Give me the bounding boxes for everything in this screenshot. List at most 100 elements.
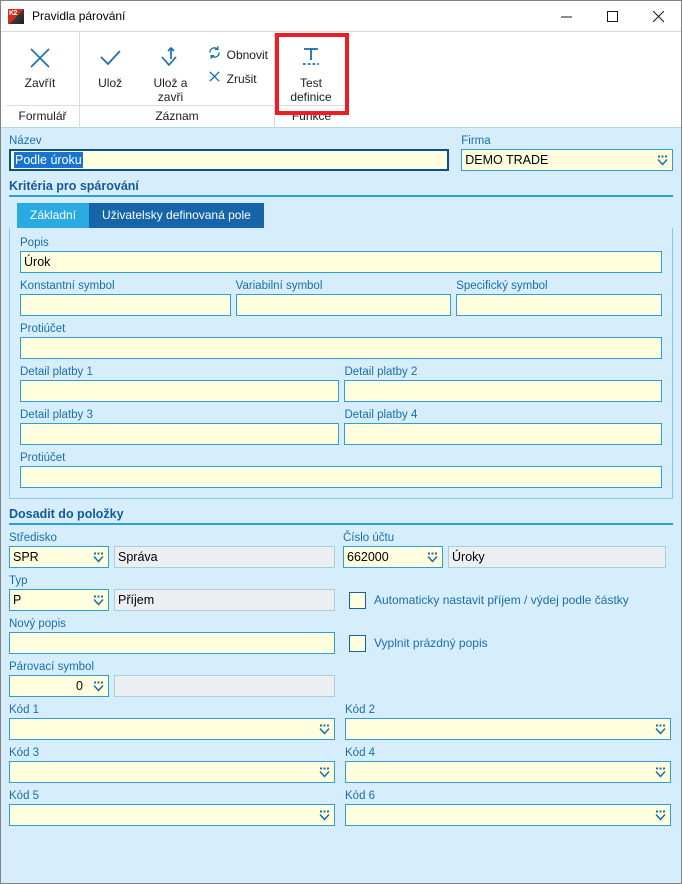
chevron-down-icon[interactable] xyxy=(91,593,106,608)
protiucet-1-input[interactable] xyxy=(20,337,662,359)
chevron-down-icon[interactable] xyxy=(653,808,668,823)
auto-prijem-vydej-checkbox[interactable] xyxy=(349,591,366,609)
stredisko-value: SPR xyxy=(13,550,39,564)
specificky-symbol-input[interactable] xyxy=(456,294,662,316)
chevron-down-icon[interactable] xyxy=(317,808,332,823)
chevron-down-icon[interactable] xyxy=(425,550,440,565)
variabilni-symbol-input[interactable] xyxy=(235,294,452,316)
tab-zakladni[interactable]: Základní xyxy=(17,203,90,228)
stredisko-description: Správa xyxy=(114,546,335,568)
kod-1-label: Kód 1 xyxy=(9,704,40,716)
typ-input[interactable]: P xyxy=(9,589,109,611)
kod-4-input[interactable] xyxy=(345,761,671,783)
cislo-uctu-description-value: Úroky xyxy=(452,550,485,564)
tab-panel-zakladni: Popis Úrok Konstantní symbol Variabilní … xyxy=(9,228,673,499)
auto-prijem-vydej-row[interactable]: Automaticky nastavit příjem / výdej podl… xyxy=(349,589,629,611)
save-button[interactable]: Ulož xyxy=(80,37,140,90)
detail-platby-2-input[interactable] xyxy=(344,380,662,402)
protiucet-2-label: Protiúčet xyxy=(20,452,66,464)
cislo-uctu-description: Úroky xyxy=(448,546,666,568)
test-definition-button[interactable]: Test definice xyxy=(275,37,347,104)
popis-input[interactable]: Úrok xyxy=(20,251,662,273)
firma-value: DEMO TRADE xyxy=(465,153,549,167)
novy-popis-input[interactable] xyxy=(9,632,335,654)
tab-uzivatelsky-definovana-pole[interactable]: Uživatelsky definovaná pole xyxy=(89,203,264,228)
kod-6-input[interactable] xyxy=(345,804,671,826)
test-definition-label-line1: Test xyxy=(299,76,322,90)
cancel-button[interactable]: Zrušit xyxy=(205,67,274,91)
refresh-button[interactable]: Obnovit xyxy=(205,43,274,67)
chevron-down-icon[interactable] xyxy=(317,765,332,780)
chevron-down-icon[interactable] xyxy=(653,722,668,737)
auto-prijem-vydej-label: Automaticky nastavit příjem / výdej podl… xyxy=(374,593,629,607)
nazev-label: Název xyxy=(9,135,42,147)
k2-logo-icon: K2 xyxy=(8,8,24,24)
stredisko-description-value: Správa xyxy=(118,550,158,564)
popis-label: Popis xyxy=(20,237,49,249)
parovaci-symbol-input[interactable]: 0 xyxy=(9,675,109,697)
test-definition-icon xyxy=(296,43,326,73)
kriteria-section-title: Kritéria pro spárování xyxy=(9,179,139,193)
form-body: Název Podle úroku Firma DEMO TRADE Krité… xyxy=(1,128,681,883)
cislo-uctu-input[interactable]: 662000 xyxy=(343,546,443,568)
protiucet-2-input[interactable] xyxy=(20,466,662,488)
dosadit-section-rule xyxy=(9,523,673,525)
maximize-button[interactable] xyxy=(589,1,635,31)
save-and-close-button[interactable]: Ulož a zavři xyxy=(140,37,200,104)
stredisko-label: Středisko xyxy=(9,532,57,544)
firma-input[interactable]: DEMO TRADE xyxy=(461,149,673,171)
chevron-down-icon[interactable] xyxy=(653,765,668,780)
stredisko-input[interactable]: SPR xyxy=(9,546,109,568)
specificky-symbol-label: Specifický symbol xyxy=(456,280,548,292)
minimize-button[interactable] xyxy=(543,1,589,31)
application-window: K2 Pravidla párování Zavřít Formulář Ulo… xyxy=(0,0,682,884)
detail-platby-3-label: Detail platby 3 xyxy=(20,409,93,421)
kod-1-input[interactable] xyxy=(9,718,335,740)
detail-platby-2-label: Detail platby 2 xyxy=(344,366,418,378)
typ-label: Typ xyxy=(9,575,28,587)
kod-3-input[interactable] xyxy=(9,761,335,783)
chevron-down-icon[interactable] xyxy=(91,679,106,694)
typ-value: P xyxy=(13,593,22,607)
typ-description: Příjem xyxy=(114,589,335,611)
ribbon-group-functions: Test definice Funkce xyxy=(274,32,349,128)
close-form-button[interactable]: Zavřít xyxy=(6,37,74,90)
parovaci-symbol-description xyxy=(114,675,335,697)
tab-bar: Základní Uživatelsky definovaná pole xyxy=(9,203,673,228)
novy-popis-label: Nový popis xyxy=(9,618,66,630)
refresh-icon xyxy=(207,45,222,65)
cancel-label: Zrušit xyxy=(226,72,257,86)
vyplnit-prazdny-popis-checkbox[interactable] xyxy=(349,634,366,652)
kod-3-label: Kód 3 xyxy=(9,747,40,759)
kriteria-section-rule xyxy=(9,195,673,197)
variabilni-symbol-label: Variabilní symbol xyxy=(235,280,323,292)
kod-4-label: Kód 4 xyxy=(345,747,376,759)
popis-value: Úrok xyxy=(24,255,51,269)
chevron-down-icon[interactable] xyxy=(317,722,332,737)
close-button[interactable] xyxy=(635,1,681,31)
save-label: Ulož xyxy=(98,76,123,90)
ribbon-group-functions-label: Funkce xyxy=(275,105,348,128)
kod-5-input[interactable] xyxy=(9,804,335,826)
ribbon-group-form-label: Formulář xyxy=(6,105,79,128)
vyplnit-prazdny-popis-row[interactable]: Vyplnit prázdný popis xyxy=(349,632,488,654)
chevron-down-icon[interactable] xyxy=(91,550,106,565)
chevron-down-icon[interactable] xyxy=(655,153,670,168)
detail-platby-1-input[interactable] xyxy=(20,380,340,402)
nazev-input[interactable]: Podle úroku xyxy=(9,149,450,171)
kod-2-label: Kód 2 xyxy=(345,704,376,716)
close-form-label: Zavřít xyxy=(24,76,56,90)
refresh-label: Obnovit xyxy=(226,48,268,62)
konstantni-symbol-input[interactable] xyxy=(20,294,231,316)
cislo-uctu-label: Číslo účtu xyxy=(343,532,395,544)
detail-platby-3-input[interactable] xyxy=(20,423,340,445)
kod-6-label: Kód 6 xyxy=(345,790,376,802)
kod-2-input[interactable] xyxy=(345,718,671,740)
close-x-icon xyxy=(27,43,53,73)
save-and-close-label-line1: Ulož a xyxy=(153,76,188,90)
kod-5-label: Kód 5 xyxy=(9,790,40,802)
ribbon-group-record-label: Záznam xyxy=(80,105,274,128)
save-and-close-icon xyxy=(157,43,183,73)
detail-platby-4-input[interactable] xyxy=(344,423,662,445)
detail-platby-1-label: Detail platby 1 xyxy=(20,366,93,378)
